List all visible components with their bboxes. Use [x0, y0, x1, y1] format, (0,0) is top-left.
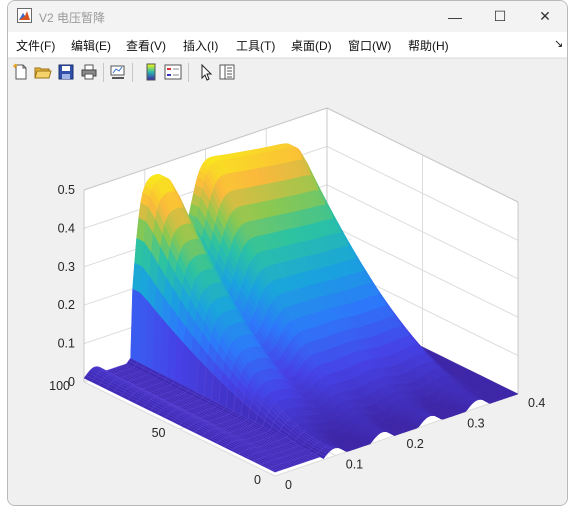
toolbar-separator [103, 63, 104, 82]
link-plot-icon[interactable] [109, 63, 127, 81]
y-tick-label: 50 [152, 426, 166, 440]
print-icon[interactable] [80, 63, 98, 81]
title-bar[interactable]: V2 电压暂降 — ☐ ✕ [8, 1, 567, 32]
minimize-icon: — [448, 8, 462, 25]
y-tick-label: 0 [254, 473, 261, 487]
menu-overflow-icon[interactable]: ↘ [554, 37, 563, 50]
x-tick-label: 0.3 [467, 417, 484, 431]
figure-window: V2 电压暂降 — ☐ ✕ 文件(F) 编辑(E) 查看(V) 插入(I) 工具… [7, 0, 568, 506]
z-tick-label: 0.2 [58, 298, 75, 312]
maximize-icon: ☐ [493, 8, 507, 24]
z-tick-label: 0.4 [58, 221, 75, 235]
surface-plot[interactable]: 00.10.20.30.40.505010000.10.20.30.4 [8, 86, 568, 506]
menu-desktop[interactable]: 桌面(D) [291, 37, 332, 54]
menu-view[interactable]: 查看(V) [126, 37, 166, 54]
z-tick-label: 0.5 [58, 183, 75, 197]
property-inspector-icon[interactable] [218, 63, 236, 81]
y-tick-label: 100 [49, 379, 70, 393]
x-tick-label: 0.4 [528, 396, 545, 410]
menu-file[interactable]: 文件(F) [16, 37, 55, 54]
close-button[interactable]: ✕ [522, 1, 567, 32]
new-figure-icon[interactable] [12, 63, 30, 81]
window-title: V2 电压暂降 [39, 11, 106, 25]
menu-bar: 文件(F) 编辑(E) 查看(V) 插入(I) 工具(T) 桌面(D) 窗口(W… [8, 32, 567, 57]
open-file-icon[interactable] [34, 63, 52, 81]
x-tick-label: 0.1 [346, 458, 363, 472]
save-icon[interactable] [57, 63, 75, 81]
insert-legend-icon[interactable] [164, 63, 182, 81]
menu-window[interactable]: 窗口(W) [348, 37, 391, 54]
insert-colorbar-icon[interactable] [142, 63, 160, 81]
z-tick-label: 0.3 [58, 260, 75, 274]
figure-canvas[interactable]: 0 0.1 0.2 0.3 0.4 0.5 0 50 100 0 0.1 0.2 0.3 0.4 [8, 86, 568, 506]
menu-edit[interactable]: 编辑(E) [71, 37, 111, 54]
matlab-app-icon [17, 8, 32, 23]
z-tick-label: 0.1 [58, 337, 75, 351]
x-tick-label: 0.2 [407, 437, 424, 451]
menu-help[interactable]: 帮助(H) [408, 37, 449, 54]
maximize-button[interactable]: ☐ [477, 1, 523, 32]
x-tick-label: 0 [285, 478, 292, 492]
figure-toolbar [8, 58, 567, 87]
toolbar-separator [132, 63, 133, 82]
menu-insert[interactable]: 插入(I) [183, 37, 218, 54]
close-icon: ✕ [539, 8, 551, 24]
minimize-button[interactable]: — [432, 1, 478, 32]
toolbar-separator [188, 63, 189, 82]
menu-tools[interactable]: 工具(T) [236, 37, 275, 54]
edit-plot-pointer-icon[interactable] [197, 63, 215, 81]
